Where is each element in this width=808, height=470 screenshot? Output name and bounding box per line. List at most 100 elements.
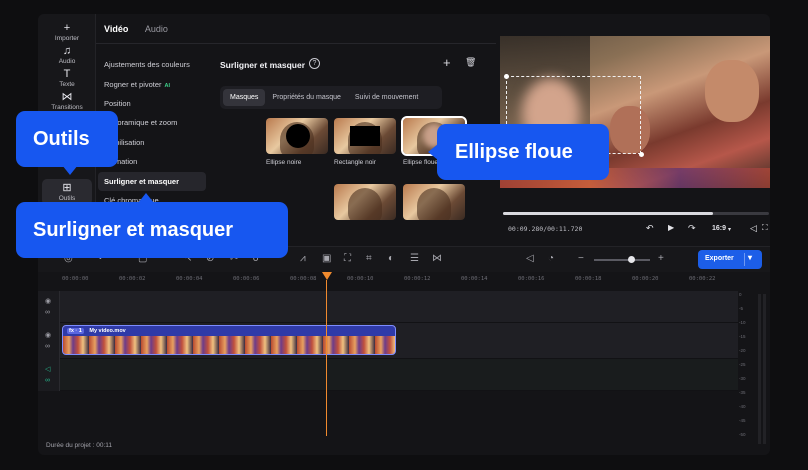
preview-person (705, 60, 759, 122)
fullscreen-icon[interactable]: ⛶ (762, 223, 768, 233)
track-body[interactable] (60, 291, 738, 323)
clip-name: My video.mov (89, 328, 126, 334)
segment-masks[interactable]: Masques (223, 89, 266, 106)
audio-meter: 0 -5 -10 -15 -20 -25 -30 -35 -40 -45 -50 (738, 290, 770, 455)
callout-highlight-mask: Surligner et masquer (16, 193, 288, 258)
chevron-down-icon[interactable]: ▾ (728, 226, 731, 233)
ruler-tick: 00:00:04 (176, 276, 203, 282)
help-icon[interactable]: ? (309, 58, 320, 69)
rail-text[interactable]: T Texte (42, 68, 92, 88)
ruler-tick: 00:00:08 (290, 276, 317, 282)
undo-icon[interactable]: ↶ (646, 223, 654, 234)
mask-black-ellipse[interactable]: Ellipse noire (266, 118, 328, 166)
zoom-slider-track[interactable] (594, 259, 650, 261)
audio-wave-icon[interactable]: ⩘ (300, 253, 306, 264)
rail-transitions-label: Transitions (51, 104, 83, 111)
video-clip[interactable]: fx · 1 My video.mov (62, 325, 396, 355)
effects-icon[interactable]: ⋈ (432, 253, 442, 264)
track-header: ◉ ∞ (38, 323, 60, 359)
rail-transitions[interactable]: ⋈ Transitions (42, 91, 92, 111)
color-icon[interactable]: ◐ (388, 253, 394, 264)
track-overlay: ◉ ∞ (38, 291, 738, 323)
redo-icon[interactable]: ↷ (688, 223, 696, 234)
crop-icon[interactable]: ⌗ (366, 253, 372, 264)
expand-icon[interactable]: ⛶ (344, 253, 351, 264)
project-duration: Durée du projet : 00:11 (46, 442, 113, 449)
callout-blurred-ellipse: Ellipse floue (428, 124, 609, 180)
adjust-icon[interactable]: ☰ (410, 253, 419, 264)
aspect-ratio[interactable]: 16:9 (712, 225, 726, 232)
trash-icon[interactable]: 🗑 (465, 57, 476, 68)
link-icon[interactable]: ∞ (45, 377, 50, 384)
chevron-down-icon[interactable]: ▾ (748, 253, 752, 262)
track-body[interactable] (60, 359, 738, 391)
resize-handle[interactable] (639, 152, 644, 157)
meter-label: 0 (739, 292, 742, 297)
speed-icon[interactable]: ◔ (548, 253, 554, 264)
rail-text-label: Texte (59, 81, 75, 88)
add-icon[interactable]: + (443, 55, 451, 70)
zoom-out-icon[interactable]: − (578, 253, 584, 264)
segment-motion-tracking[interactable]: Suivi de mouvement (348, 89, 425, 106)
menu-item-color[interactable]: Ajustements des couleurs (104, 60, 190, 69)
meter-label: -35 (739, 390, 746, 395)
mask-thumbnail (403, 184, 465, 220)
eye-icon[interactable]: ◉ (45, 297, 51, 305)
mask-thumbnail (334, 118, 396, 154)
mask-row2-item1[interactable] (334, 184, 396, 220)
track-body[interactable]: fx · 1 My video.mov (60, 323, 738, 359)
resize-handle[interactable] (504, 74, 509, 79)
tab-audio[interactable]: Audio (145, 24, 168, 34)
playhead-line[interactable] (326, 280, 327, 436)
meter-label: -10 (739, 320, 746, 325)
tab-video[interactable]: Vidéo (104, 24, 128, 34)
playback-progress[interactable] (503, 212, 769, 215)
rail-audio[interactable]: ♫ Audio (42, 45, 92, 65)
playhead-handle[interactable] (322, 272, 332, 280)
callout-tools: Outils (16, 111, 118, 175)
snapshot-icon[interactable]: ▣ (322, 253, 331, 264)
meter-label: -30 (739, 376, 746, 381)
rail-import[interactable]: + Importer (42, 22, 92, 42)
timecode: 00:09.280/00:11.720 (508, 225, 583, 233)
zoom-in-icon[interactable]: + (658, 253, 664, 264)
meter-label: -15 (739, 334, 746, 339)
mask-row2-item2[interactable] (403, 184, 465, 220)
callout-blurred-ellipse-text: Ellipse floue (455, 141, 573, 163)
menu-item-highlight-mask[interactable]: Surligner et masquer (98, 172, 206, 191)
ruler-tick: 00:00:18 (575, 276, 602, 282)
eye-icon[interactable]: ◉ (45, 331, 51, 339)
ruler-tick: 00:00:06 (233, 276, 260, 282)
ruler-tick: 00:00:12 (404, 276, 431, 282)
track-video: ◉ ∞ fx · 1 My video.mov (38, 323, 738, 359)
meter-bar-right (763, 294, 766, 444)
rail-import-label: Importer (54, 35, 80, 42)
link-icon[interactable]: ∞ (45, 343, 50, 350)
speaker-icon[interactable]: ◁ (45, 365, 50, 373)
timeline-ruler[interactable]: 00:00:00 00:00:02 00:00:04 00:00:06 00:0… (38, 272, 770, 290)
export-button[interactable]: Exporter ▾ (698, 250, 762, 269)
meter-label: -5 (739, 306, 744, 311)
music-icon: ♫ (62, 45, 72, 57)
menu-item-crop[interactable]: Rogner et pivoter AI (104, 80, 170, 89)
segment-mask-properties[interactable]: Propriétés du masque (265, 89, 347, 106)
mask-segmented-control: Masques Propriétés du masque Suivi de mo… (220, 86, 442, 109)
preview-controls: 00:09.280/00:11.720 ↶ ▶ ↷ 16:9 ▾ ◁ ⛶ (500, 220, 770, 240)
transitions-icon: ⋈ (61, 91, 73, 103)
text-icon: T (63, 68, 71, 80)
play-icon[interactable]: ▶ (668, 223, 674, 232)
track-header: ◁ ∞ (38, 359, 60, 391)
mask-black-rectangle[interactable]: Rectangle noir (334, 118, 396, 166)
clip-header: fx · 1 My video.mov (63, 326, 395, 336)
zoom-slider-knob[interactable] (628, 256, 635, 263)
meter-label: -25 (739, 362, 746, 367)
callout-tools-text: Outils (33, 128, 90, 150)
mask-thumbnail (266, 118, 328, 154)
ruler-tick: 00:00:02 (119, 276, 146, 282)
ellipse-shape (286, 124, 310, 148)
speaker-icon[interactable]: ◁ (526, 253, 534, 264)
volume-icon[interactable]: ◁ (750, 223, 757, 234)
ruler-tick: 00:00:16 (518, 276, 545, 282)
menu-item-position[interactable]: Position (104, 99, 131, 108)
link-icon[interactable]: ∞ (45, 309, 50, 316)
